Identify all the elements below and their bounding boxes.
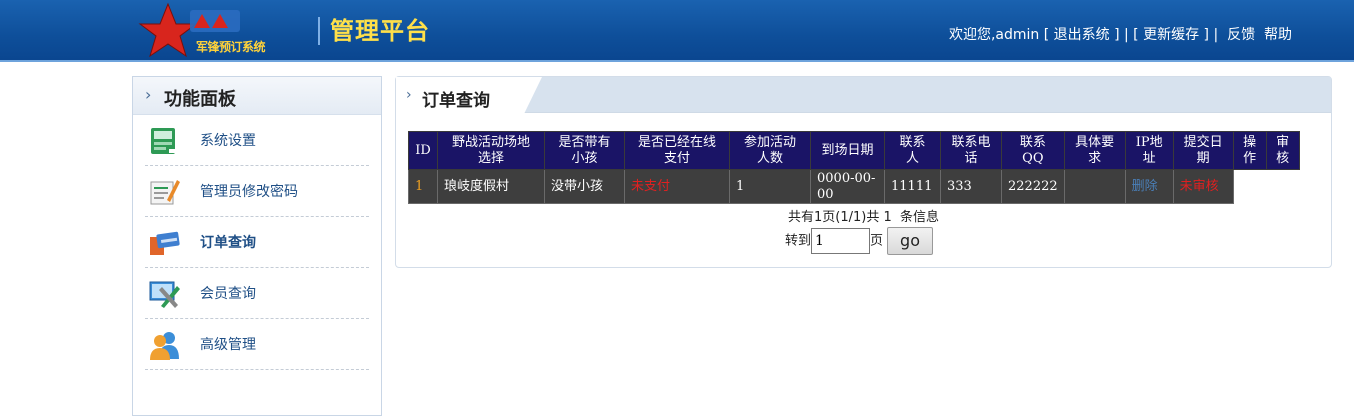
chevron-right-icon: ›: [406, 87, 412, 103]
col-phone: 联系电话: [940, 131, 1002, 170]
col-paid: 是否已经在线 支付: [624, 131, 730, 170]
feedback-link[interactable]: 反馈: [1227, 27, 1255, 43]
col-action: 操作: [1232, 131, 1267, 170]
welcome-text: 欢迎您,admin: [948, 27, 1040, 43]
cell-date: 0000-00-00: [810, 169, 885, 204]
page-number-input[interactable]: [811, 228, 871, 254]
main-panel: › 订单查询 ID 野战活动场地 选择 是否带有 小孩 是否已经在线 支付 参加活动人…: [395, 76, 1332, 268]
sidebar-menu: 系统设置 管理员修改密码 订单查询 会员查询 高级管理: [133, 115, 381, 370]
col-with-child: 是否带有 小孩: [544, 131, 625, 170]
cell-qq: 222222: [1001, 169, 1065, 204]
sidebar-item-label: 系统设置: [200, 133, 256, 149]
brand-logo: 军锋预订系统: [138, 2, 298, 58]
cell-contact: 11111: [884, 169, 941, 204]
col-submit-date: 提交日期: [1172, 131, 1234, 170]
users-icon: [150, 332, 179, 360]
chevron-right-icon: ›: [145, 85, 152, 104]
go-button[interactable]: go: [887, 227, 934, 255]
sidebar-item-label: 会员查询: [200, 286, 256, 302]
sidebar-item-order-query[interactable]: 订单查询: [145, 217, 369, 268]
orders-table: ID 野战活动场地 选择 是否带有 小孩 是否已经在线 支付 参加活动 人数 到场日期 …: [408, 131, 1300, 204]
cell-requirement: [1063, 169, 1126, 204]
cell-id: 1: [408, 169, 438, 204]
edit-document-icon: [150, 180, 180, 205]
col-ip: IP地址: [1124, 131, 1174, 170]
cards-icon: [150, 231, 180, 255]
audit-status-link[interactable]: 未审核: [1172, 169, 1234, 204]
sidebar-item-label: 订单查询: [200, 235, 256, 251]
page-unit-label: 页: [870, 233, 884, 249]
tools-monitor-icon: [149, 281, 180, 308]
col-people: 参加活动 人数: [729, 131, 811, 170]
cell-paid-status: 未支付: [624, 169, 730, 204]
goto-label: 转到: [785, 233, 812, 249]
delete-link[interactable]: 删除: [1124, 169, 1174, 204]
panel-tabbar: › 订单查询: [396, 77, 1331, 114]
sidebar: › 功能面板 系统设置 管理员修改密码 订单查询 会员查询 高级管理: [132, 76, 382, 416]
sidebar-item-advanced-management[interactable]: 高级管理: [145, 319, 369, 370]
sidebar-item-change-password[interactable]: 管理员修改密码: [145, 166, 369, 217]
sidebar-item-member-query[interactable]: 会员查询: [145, 268, 369, 319]
refresh-cache-link[interactable]: 更新缓存: [1143, 27, 1199, 43]
sidebar-title: 功能面板: [164, 89, 236, 110]
col-qq: 联系 QQ: [1001, 131, 1065, 170]
tab-title: 订单查询: [422, 91, 490, 111]
settings-window-icon: [151, 128, 175, 154]
col-requirement: 具体要求: [1063, 131, 1126, 170]
col-audit: 审核: [1265, 131, 1300, 170]
table-row: 1 琅岐度假村 没带小孩 未支付 1 0000-00-00 11111 333 …: [408, 169, 1300, 204]
col-contact: 联系人: [884, 131, 941, 170]
table-header-row: ID 野战活动场地 选择 是否带有 小孩 是否已经在线 支付 参加活动 人数 到场日期 …: [408, 131, 1300, 170]
sidebar-header: › 功能面板: [133, 77, 381, 115]
tab-order-query[interactable]: › 订单查询: [396, 77, 542, 114]
cell-with-child: 没带小孩: [544, 169, 625, 204]
pager-goto: 转到 页go: [785, 227, 934, 255]
brand-text: 军锋预订系统: [196, 40, 266, 54]
logout-link[interactable]: 退出系统: [1054, 27, 1110, 43]
platform-title: 管理平台: [318, 17, 430, 45]
sidebar-item-label: 管理员修改密码: [200, 184, 298, 200]
col-venue: 野战活动场地 选择: [437, 131, 545, 170]
help-link[interactable]: 帮助: [1264, 27, 1292, 43]
top-header: 军锋预订系统 管理平台 欢迎您,admin [ 退出系统 ] | [ 更新缓存 …: [0, 0, 1354, 62]
cell-phone: 333: [940, 169, 1002, 204]
col-id: ID: [408, 131, 438, 170]
cell-venue: 琅岐度假村: [437, 169, 545, 204]
cell-empty: [1266, 170, 1299, 204]
top-links: 欢迎您,admin [ 退出系统 ] | [ 更新缓存 ] | 反馈 帮助: [948, 27, 1292, 43]
sidebar-item-system-settings[interactable]: 系统设置: [145, 115, 369, 166]
cell-empty: [1233, 170, 1266, 204]
col-date: 到场日期: [810, 131, 885, 170]
cell-people: 1: [729, 169, 811, 204]
sidebar-item-label: 高级管理: [200, 337, 256, 353]
pager-summary: 共有1页(1/1)共 1 条信息: [787, 210, 939, 225]
